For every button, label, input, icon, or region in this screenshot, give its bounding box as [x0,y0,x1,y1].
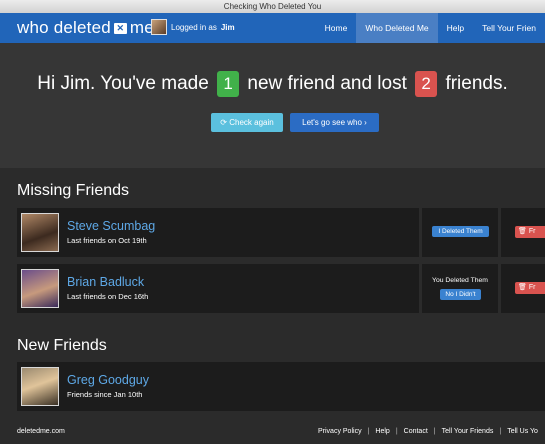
hero-end: friends. [445,73,508,95]
navbar: who deleted ✕ me Logged in as Jim Home W… [0,13,545,43]
footer-separator: | [499,428,502,435]
remove-friend-button[interactable]: 🗑 Fr [515,282,545,294]
chevron-right-icon: › [364,118,367,127]
action-cell: You Deleted Them No I Didn't [422,264,498,313]
friend-subtext: Last friends on Dec 16th [67,292,149,301]
check-again-label: Check again [229,118,274,127]
remove-friend-button[interactable]: 🗑 Fr [515,226,545,238]
nav-who-deleted-me[interactable]: Who Deleted Me [356,13,438,43]
lost-friend-count-badge: 2 [415,71,438,97]
hero-banner: Hi Jim. You've made 1 new friend and los… [0,43,545,168]
nav-help[interactable]: Help [438,13,473,43]
you-deleted-them-text: You Deleted Them [432,277,488,284]
hero-middle: new friend and lost [247,73,407,95]
footer-separator: | [395,428,398,435]
footer: deletedme.com Privacy Policy | Help | Contac… [0,422,545,444]
friend-name-link[interactable]: Steve Scumbag [67,219,155,233]
hero-buttons: ⟳ Check again Let's go see who › [211,113,379,132]
window-title-bar: Checking Who Deleted You [0,0,545,14]
no-i-didnt-button[interactable]: No I Didn't [440,289,481,300]
delete-cell: 🗑 Fr [501,208,545,257]
list-item: Brian Badluck Last friends on Dec 16th [17,264,419,313]
go-see-who-button[interactable]: Let's go see who › [290,113,379,132]
trash-icon: 🗑 [518,284,527,291]
go-see-label: Let's go see who [302,118,362,127]
friend-subtext: Last friends on Oct 19th [67,236,147,245]
delete-x-icon: ✕ [113,22,127,34]
i-deleted-them-button[interactable]: I Deleted Them [432,226,489,237]
trash-icon: 🗑 [518,228,527,235]
friend-name-link[interactable]: Brian Badluck [67,275,144,289]
nav-links: Home Who Deleted Me Help Tell Your Frien [316,13,545,43]
friend-photo [21,367,59,406]
missing-friends-title: Missing Friends [17,182,130,199]
footer-separator: | [367,428,370,435]
new-friend-count-badge: 1 [217,71,240,97]
brand-text: who deleted [17,18,111,37]
friend-name-link[interactable]: Greg Goodguy [67,373,149,387]
hero-greeting: Hi Jim. You've made [37,73,209,95]
footer-tell-us-link[interactable]: Tell Us Yo [507,428,538,435]
footer-tell-friends-link[interactable]: Tell Your Friends [442,428,494,435]
action-cell: I Deleted Them [422,208,498,257]
login-prefix: Logged in as [171,22,217,32]
check-again-button[interactable]: ⟳ Check again [211,113,283,132]
login-status: Logged in as Jim [151,19,235,35]
footer-help-link[interactable]: Help [375,428,389,435]
delete-cell: 🗑 Fr [501,264,545,313]
friend-subtext: Friends since Jan 10th [67,390,143,399]
list-item: Greg Goodguy Friends since Jan 10th [17,362,545,411]
login-user: Jim [220,22,235,32]
friend-photo [21,269,59,308]
hero-message: Hi Jim. You've made 1 new friend and los… [0,71,545,97]
footer-separator: | [433,428,436,435]
footer-contact-link[interactable]: Contact [404,428,428,435]
nav-tell-friends[interactable]: Tell Your Frien [473,13,545,43]
footer-privacy-link[interactable]: Privacy Policy [318,428,362,435]
avatar [151,19,167,35]
window-title: Checking Who Deleted You [223,2,322,11]
brand-logo[interactable]: who deleted ✕ me [17,18,154,38]
footer-links: Privacy Policy | Help | Contact | Tell Your Fr… [318,428,538,435]
footer-site-link[interactable]: deletedme.com [17,428,65,435]
nav-home[interactable]: Home [316,13,357,43]
new-friends-title: New Friends [17,337,107,354]
remove-friend-label: Fr [528,228,536,235]
remove-friend-label: Fr [528,284,536,291]
refresh-icon: ⟳ [220,118,227,127]
friend-photo [21,213,59,252]
list-item: Steve Scumbag Last friends on Oct 19th [17,208,419,257]
